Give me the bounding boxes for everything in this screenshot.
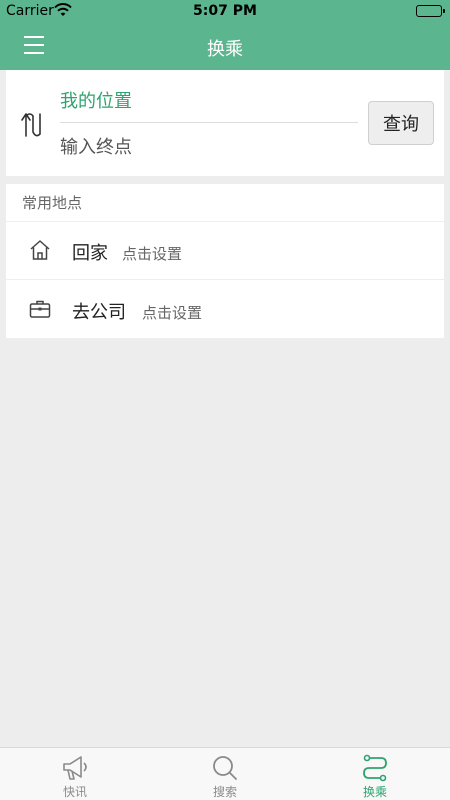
battery-icon — [416, 5, 445, 17]
destination-input[interactable] — [60, 130, 358, 164]
tab-label: 换乘 — [362, 785, 387, 799]
briefcase-icon — [28, 297, 52, 321]
place-hint: 点击设置 — [122, 245, 183, 263]
query-button[interactable]: 查询 — [368, 101, 434, 145]
place-name: 去公司 — [72, 302, 126, 323]
tab-search[interactable]: 搜索 — [150, 748, 300, 800]
megaphone-icon — [63, 756, 87, 780]
swap-icon[interactable] — [20, 110, 46, 140]
common-places-header: 常用地点 — [22, 194, 83, 212]
tab-label: 搜索 — [212, 785, 237, 799]
nav-bar: 换乘 — [0, 22, 450, 70]
route-card: 我的位置 查询 — [6, 70, 444, 176]
clock: 5:07 PM — [193, 3, 257, 19]
tab-label: 快讯 — [62, 785, 87, 799]
place-name: 回家 — [72, 243, 108, 264]
place-row-home[interactable]: 回家 点击设置 — [6, 221, 444, 279]
origin-field[interactable]: 我的位置 — [60, 87, 132, 113]
tab-transfer[interactable]: 换乘 — [300, 748, 450, 800]
home-icon — [28, 238, 52, 262]
transfer-icon — [363, 754, 387, 782]
place-hint: 点击设置 — [142, 304, 203, 322]
search-icon — [213, 756, 237, 780]
status-bar: Carrier 5:07 PM — [0, 0, 450, 22]
route-divider — [60, 122, 358, 123]
tab-bar: 快讯 搜索 换乘 — [0, 747, 450, 800]
place-row-work[interactable]: 去公司 点击设置 — [6, 280, 444, 338]
page-title: 换乘 — [207, 39, 243, 60]
common-places-card: 常用地点 回家 点击设置 去公司 点击设置 — [6, 184, 444, 338]
tab-news[interactable]: 快讯 — [0, 748, 150, 800]
